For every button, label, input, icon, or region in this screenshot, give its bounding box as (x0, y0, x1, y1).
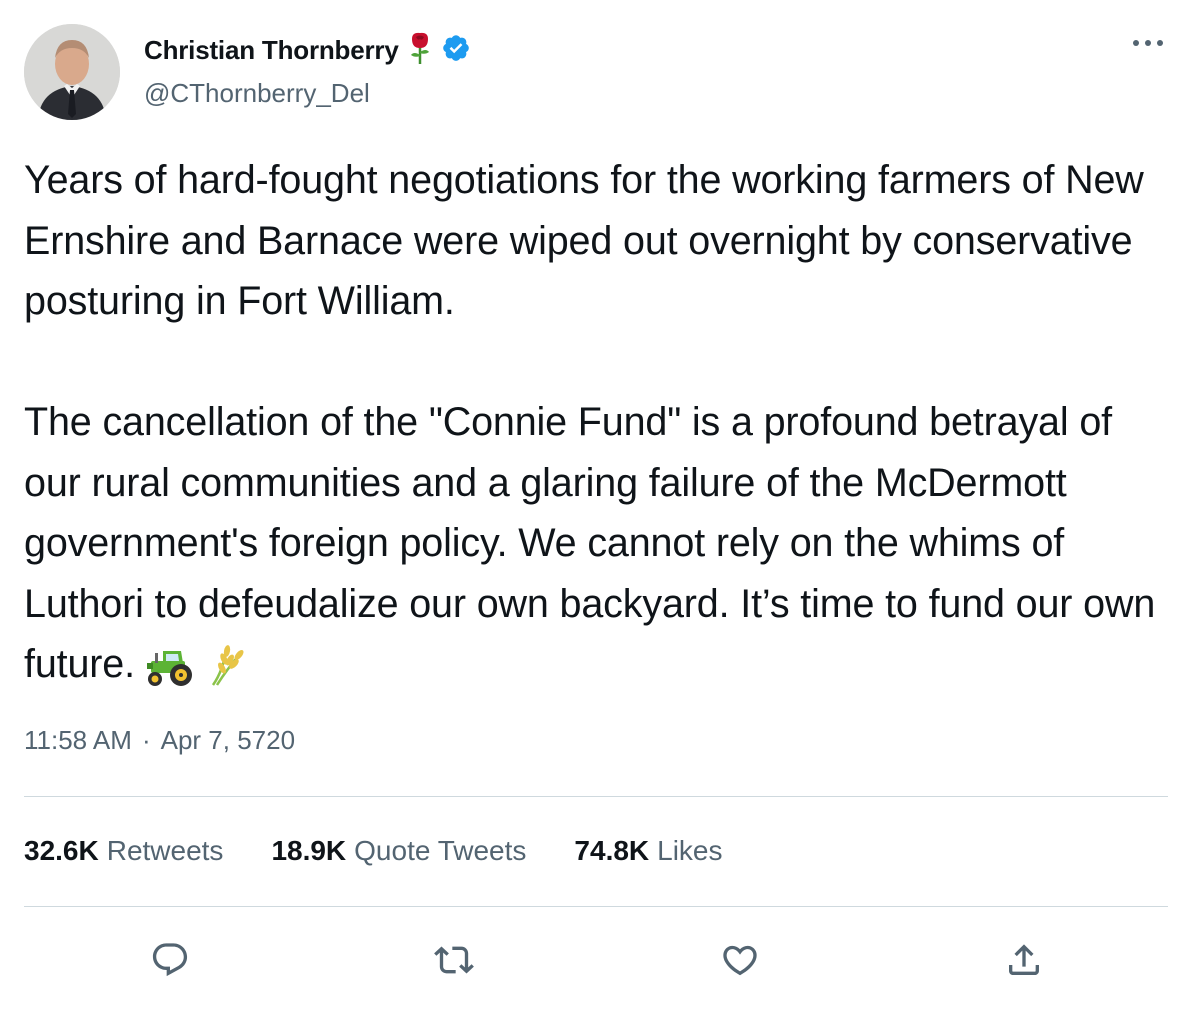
action-bar (0, 930, 1192, 990)
share-icon (1009, 944, 1039, 975)
tweet-text: Years of hard-fought negotiations for th… (24, 158, 1156, 686)
verified-badge-icon (441, 33, 471, 68)
share-button[interactable] (1000, 936, 1048, 984)
tweet-text-container: Years of hard-fought negotiations for th… (24, 150, 1174, 705)
more-icon (1133, 40, 1163, 46)
divider (24, 796, 1168, 797)
likes-stat[interactable]: 74.8K Likes (574, 835, 722, 867)
avatar[interactable] (24, 24, 120, 120)
like-icon (723, 945, 757, 976)
rose-icon (407, 31, 433, 70)
reply-button[interactable] (146, 936, 194, 984)
engagement-stats: 32.6K Retweets 18.9K Quote Tweets 74.8K … (24, 835, 723, 867)
author-display-name[interactable]: Christian Thornberry (144, 35, 399, 66)
like-button[interactable] (716, 936, 764, 984)
divider (24, 906, 1168, 907)
tractor-emoji (141, 644, 199, 705)
reply-icon (152, 943, 188, 977)
tweet-timestamp: 11:58 AM · Apr 7, 5720 (24, 725, 295, 756)
tweet-date[interactable]: Apr 7, 5720 (161, 725, 295, 756)
tweet-time[interactable]: 11:58 AM (24, 725, 132, 756)
quote-tweets-stat[interactable]: 18.9K Quote Tweets (271, 835, 526, 867)
rice-stalk-emoji (205, 643, 249, 705)
retweets-stat[interactable]: 32.6K Retweets (24, 835, 223, 867)
likes-label: Likes (657, 835, 723, 866)
retweet-icon (434, 946, 474, 974)
retweets-count: 32.6K (24, 835, 99, 866)
likes-count: 74.8K (574, 835, 650, 866)
quote-tweets-count: 18.9K (271, 835, 347, 866)
quote-tweets-label: Quote Tweets (354, 835, 527, 866)
author-handle[interactable]: @CThornberry_Del (144, 78, 370, 109)
author-name-row: Christian Thornberry (144, 32, 471, 68)
timestamp-separator: · (141, 725, 151, 755)
more-options-button[interactable] (1128, 28, 1168, 58)
retweet-button[interactable] (430, 936, 478, 984)
retweets-label: Retweets (106, 835, 224, 866)
